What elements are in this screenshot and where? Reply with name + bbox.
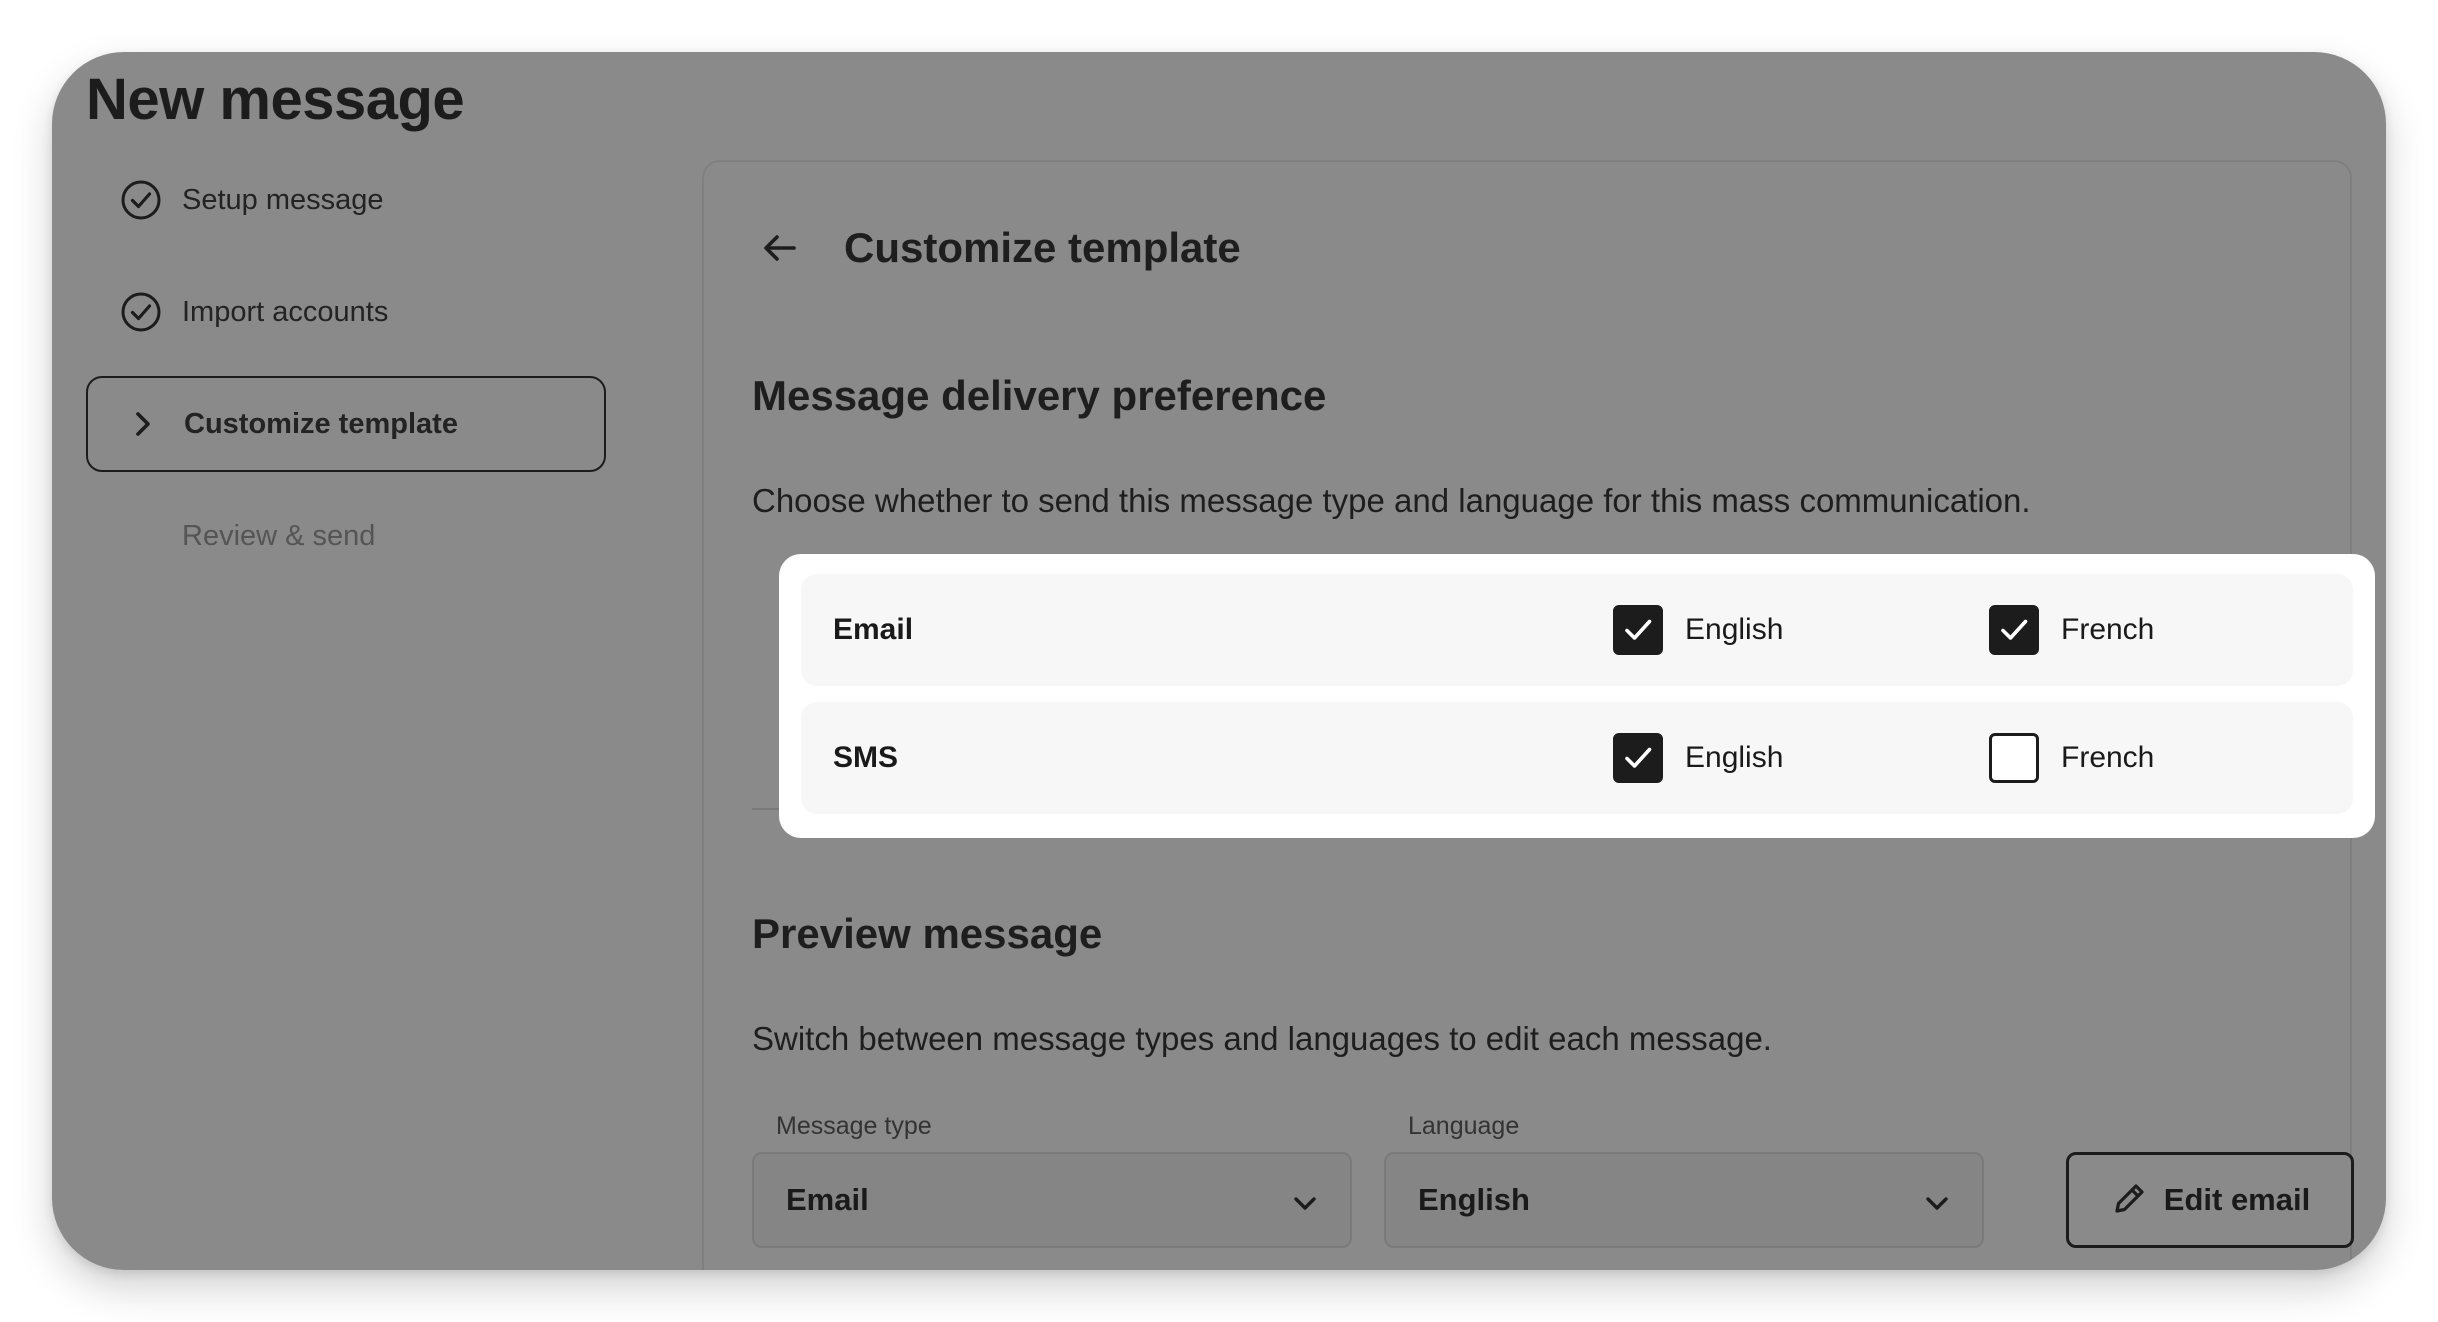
step-label: Import accounts xyxy=(182,295,389,328)
message-type-select[interactable]: Email xyxy=(752,1152,1352,1248)
message-type-value: Email xyxy=(786,1182,869,1217)
check-circle-icon xyxy=(120,179,162,221)
step-label: Customize template xyxy=(184,407,458,440)
preview-message-description: Switch between message types and languag… xyxy=(752,1020,1772,1057)
chevron-right-icon xyxy=(122,403,164,445)
step-setup-message[interactable]: Setup message xyxy=(86,152,606,248)
sms-english-option[interactable]: English xyxy=(1613,732,1783,784)
option-label: French xyxy=(2061,741,2155,774)
panel-title: Customize template xyxy=(844,224,1241,271)
app-window: New message Setup message Import account… xyxy=(52,52,2386,1270)
chevron-down-icon xyxy=(1926,1197,1948,1210)
check-circle-icon xyxy=(120,291,162,333)
preview-message-heading: Preview message xyxy=(752,910,1103,957)
panel-header: Customize template xyxy=(756,218,1241,278)
row-label: SMS xyxy=(833,741,899,774)
language-value: English xyxy=(1418,1182,1530,1217)
email-french-option[interactable]: French xyxy=(1989,604,2154,656)
sms-french-checkbox[interactable] xyxy=(1989,733,2039,783)
email-english-option[interactable]: English xyxy=(1613,604,1783,656)
delivery-row-sms: SMS English French xyxy=(801,702,2353,814)
edit-email-label: Edit email xyxy=(2163,1182,2311,1217)
pencil-icon xyxy=(2110,1178,2150,1223)
language-select[interactable]: English xyxy=(1384,1152,1984,1248)
edit-email-button[interactable]: Edit email xyxy=(2066,1152,2354,1248)
option-label: English xyxy=(1685,741,1784,774)
chevron-down-icon xyxy=(1294,1197,1316,1210)
option-label: French xyxy=(2061,613,2155,646)
message-type-label: Message type xyxy=(776,1112,932,1140)
delivery-preference-heading: Message delivery preference xyxy=(752,372,1327,419)
delivery-preference-card: Email English French SMS English French xyxy=(779,554,2375,838)
language-label: Language xyxy=(1408,1112,1520,1140)
sms-french-option[interactable]: French xyxy=(1989,732,2154,784)
page-title: New message xyxy=(86,67,465,132)
step-import-accounts[interactable]: Import accounts xyxy=(86,264,606,360)
option-label: English xyxy=(1685,613,1784,646)
sms-english-checkbox[interactable] xyxy=(1613,733,1663,783)
step-label: Setup message xyxy=(182,183,384,216)
arrow-left-icon[interactable] xyxy=(756,224,804,272)
step-review-send[interactable]: Review & send xyxy=(86,488,606,584)
step-customize-template[interactable]: Customize template xyxy=(86,376,606,472)
delivery-preference-description: Choose whether to send this message type… xyxy=(752,482,2031,519)
email-french-checkbox[interactable] xyxy=(1989,605,2039,655)
step-label: Review & send xyxy=(182,519,376,552)
email-english-checkbox[interactable] xyxy=(1613,605,1663,655)
row-label: Email xyxy=(833,613,914,646)
delivery-row-email: Email English French xyxy=(801,574,2353,686)
